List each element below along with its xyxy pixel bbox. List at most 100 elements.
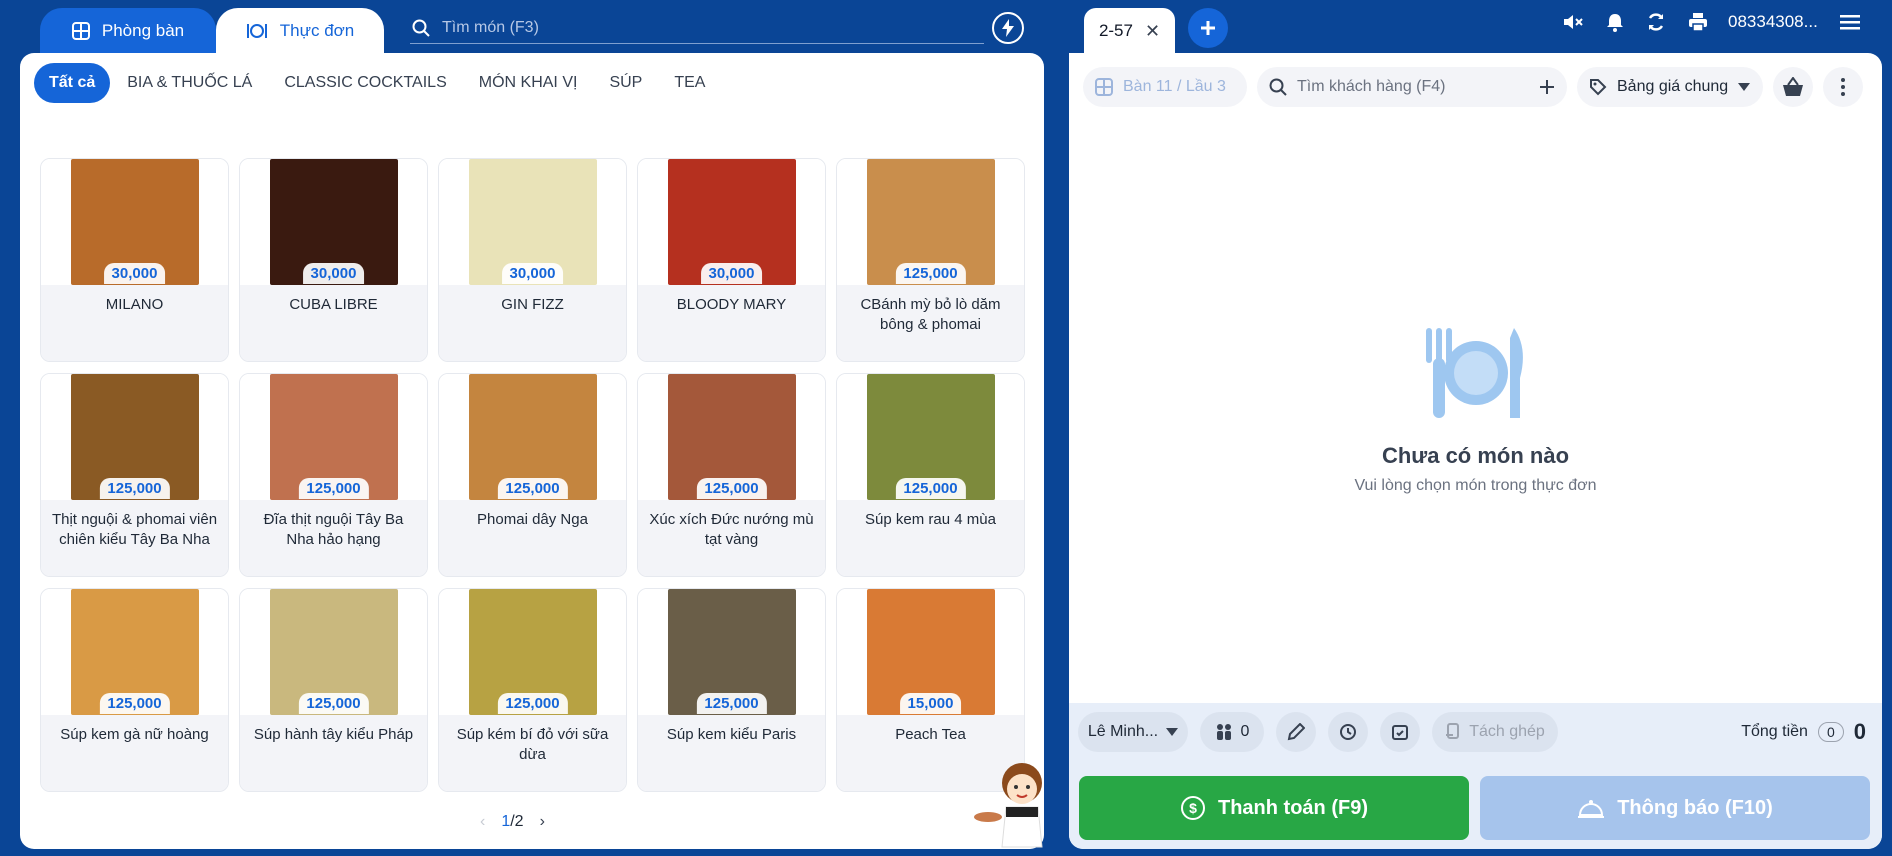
- page-current: 1: [501, 813, 511, 830]
- menu-item-image-wrap: 125,000: [638, 374, 825, 500]
- printer-icon[interactable]: [1688, 12, 1708, 32]
- category-appetizers[interactable]: MÓN KHAI VỊ: [463, 63, 594, 103]
- order-footer: Lê Minh... 0 Tách ghép Tổng tiền 0 0 $ T…: [1069, 703, 1882, 849]
- menu-item-name: MILANO: [41, 285, 228, 361]
- guest-count: 0: [1240, 723, 1250, 740]
- next-page-icon[interactable]: ›: [540, 813, 545, 831]
- hamburger-menu-icon[interactable]: [1839, 14, 1860, 30]
- menu-item-card[interactable]: 125,000 Thịt nguội & phomai viên chiên ki…: [40, 373, 229, 577]
- empty-dish-icon: [1425, 328, 1523, 418]
- page-indicator: 1/2: [501, 813, 523, 831]
- menu-item-name: Súp kém bí đỏ với sữa dừa: [439, 715, 626, 791]
- calendar-check-icon: [1392, 725, 1408, 740]
- basket-button[interactable]: [1773, 67, 1813, 107]
- menu-item-card[interactable]: 125,000 Súp kem gà nữ hoàng: [40, 588, 229, 792]
- menu-item-image-wrap: 30,000: [439, 159, 626, 285]
- menu-item-name: Súp kem rau 4 mùa: [837, 500, 1024, 576]
- menu-item-card[interactable]: 30,000 BLOODY MARY: [637, 158, 826, 362]
- history-button[interactable]: [1328, 712, 1368, 752]
- guest-count-button[interactable]: 0: [1200, 712, 1264, 752]
- reservation-button[interactable]: [1380, 712, 1420, 752]
- order-controls: Bàn 11 / Lầu 3 Tìm khách hàng (F4) Bảng …: [1083, 67, 1863, 107]
- tag-icon: [1590, 79, 1607, 96]
- notify-kitchen-button[interactable]: Thông báo (F10): [1480, 776, 1870, 840]
- prev-page-icon[interactable]: ‹: [480, 813, 485, 831]
- menu-item-name: CBánh mỳ bỏ lò dăm bông & phomai: [837, 285, 1024, 361]
- menu-item-image-wrap: 125,000: [41, 589, 228, 715]
- total-item-count: 0: [1817, 722, 1844, 742]
- menu-item-card[interactable]: 125,000 Đĩa thịt nguội Tây Ba Nha hảo hạn…: [239, 373, 428, 577]
- pay-button[interactable]: $ Thanh toán (F9): [1079, 776, 1469, 840]
- staff-label: Lê Minh...: [1087, 723, 1159, 740]
- more-options-button[interactable]: [1823, 67, 1863, 107]
- split-icon: [1446, 723, 1460, 739]
- menu-item-price: 30,000: [302, 263, 365, 284]
- table-selector[interactable]: Bàn 11 / Lầu 3: [1083, 67, 1247, 107]
- empty-subtitle: Vui lòng chọn món trong thực đơn: [1354, 477, 1597, 494]
- menu-item-name: CUBA LIBRE: [240, 285, 427, 361]
- menu-item-card[interactable]: 125,000 Súp kém bí đỏ với sữa dừa: [438, 588, 627, 792]
- refresh-icon[interactable]: [1646, 12, 1666, 32]
- add-customer-icon[interactable]: [1539, 79, 1555, 95]
- menu-item-name: Đĩa thịt nguội Tây Ba Nha hảo hạng: [240, 500, 427, 576]
- tab-rooms[interactable]: Phòng bàn: [40, 8, 216, 54]
- menu-item-price: 125,000: [99, 693, 170, 714]
- menu-item-card[interactable]: 125,000 Phomai dây Nga: [438, 373, 627, 577]
- quick-action-button[interactable]: [992, 12, 1024, 44]
- tab-menu[interactable]: Thực đơn: [216, 8, 384, 54]
- top-toolbar: 08334308...: [1562, 12, 1860, 32]
- menu-item-image-wrap: 30,000: [41, 159, 228, 285]
- menu-item-price: 125,000: [696, 478, 767, 499]
- customer-search[interactable]: Tìm khách hàng (F4): [1257, 67, 1567, 107]
- caret-down-icon: [1738, 83, 1751, 91]
- menu-item-card[interactable]: 30,000 GIN FIZZ: [438, 158, 627, 362]
- close-icon[interactable]: ✕: [1145, 21, 1160, 42]
- page-total: /2: [510, 813, 524, 830]
- pagination: ‹ 1/2 ›: [480, 813, 545, 831]
- menu-item-name: Thịt nguội & phomai viên chiên kiểu Tây …: [41, 500, 228, 576]
- category-beer[interactable]: BIA & THUỐC LÁ: [111, 63, 268, 103]
- menu-item-price: 30,000: [501, 263, 564, 284]
- menu-item-price: 125,000: [99, 478, 170, 499]
- note-button[interactable]: [1276, 712, 1316, 752]
- menu-item-image-wrap: 125,000: [41, 374, 228, 500]
- plus-icon: [1201, 21, 1215, 35]
- menu-grid: 30,000 MILANO 30,000 CUBA LIBRE 30,000 GIN FI…: [40, 158, 1025, 792]
- total-amount: 0: [1853, 719, 1866, 744]
- empty-title: Chưa có món nào: [1381, 443, 1570, 468]
- tab-menu-label: Thực đơn: [279, 21, 355, 40]
- grid-icon: [71, 22, 90, 40]
- menu-item-price: 125,000: [497, 478, 568, 499]
- menu-item-card[interactable]: 125,000 Súp kem rau 4 mùa: [836, 373, 1025, 577]
- category-cocktails[interactable]: CLASSIC COCKTAILS: [268, 63, 462, 103]
- table-label: Bàn 11 / Lầu 3: [1123, 78, 1226, 95]
- bell-icon[interactable]: [1606, 12, 1624, 32]
- split-merge-button[interactable]: Tách ghép: [1432, 712, 1558, 752]
- category-all[interactable]: Tất cả: [34, 63, 111, 103]
- menu-item-card[interactable]: 125,000 Xúc xích Đức nướng mù tạt vàng: [637, 373, 826, 577]
- svg-text:$: $: [1189, 800, 1197, 816]
- tab-rooms-label: Phòng bàn: [101, 21, 185, 40]
- menu-item-image-wrap: 30,000: [240, 159, 427, 285]
- user-phone[interactable]: 08334308...: [1728, 12, 1818, 32]
- add-order-button[interactable]: [1188, 8, 1228, 48]
- dollar-icon: $: [1181, 796, 1205, 820]
- cloche-icon: [1578, 800, 1605, 818]
- category-soup[interactable]: SÚP: [593, 63, 658, 103]
- menu-item-card[interactable]: 30,000 CUBA LIBRE: [239, 158, 428, 362]
- search-icon: [1269, 78, 1287, 96]
- category-tea[interactable]: TEA: [658, 63, 721, 103]
- menu-item-card[interactable]: 125,000 Súp hành tây kiểu Pháp: [239, 588, 428, 792]
- menu-item-card[interactable]: 125,000 Súp kem kiểu Paris: [637, 588, 826, 792]
- menu-item-card[interactable]: 30,000 MILANO: [40, 158, 229, 362]
- price-list-label: Bảng giá chung: [1617, 78, 1729, 95]
- staff-select[interactable]: Lê Minh...: [1078, 712, 1188, 752]
- order-tab[interactable]: 2-57 ✕: [1084, 8, 1175, 54]
- menu-item-name: BLOODY MARY: [638, 285, 825, 361]
- menu-item-name: Xúc xích Đức nướng mù tạt vàng: [638, 500, 825, 576]
- menu-item-price: 30,000: [103, 263, 166, 284]
- menu-item-card[interactable]: 125,000 CBánh mỳ bỏ lò dăm bông & phomai: [836, 158, 1025, 362]
- menu-search-input[interactable]: [442, 18, 962, 37]
- mute-icon[interactable]: [1562, 12, 1584, 32]
- price-list-select[interactable]: Bảng giá chung: [1577, 67, 1763, 107]
